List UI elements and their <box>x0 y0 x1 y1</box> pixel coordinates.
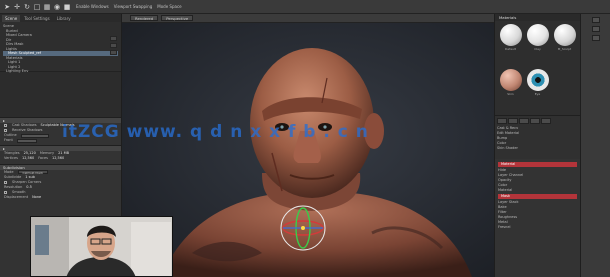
left-tabs: Scene Tool Settings Library <box>0 14 121 22</box>
material-sphere[interactable] <box>553 24 576 46</box>
active-material-row[interactable]: Material <box>498 162 577 167</box>
property-row[interactable]: Material <box>498 188 577 193</box>
property-row-highlighted[interactable]: Mask <box>498 194 577 199</box>
lock-icon[interactable] <box>110 43 117 48</box>
sculpted-character-render[interactable] <box>122 23 494 277</box>
panel-toggle-icon[interactable] <box>591 35 600 41</box>
material-sphere[interactable] <box>526 24 549 46</box>
materials-title: Materials <box>495 14 580 21</box>
tab-tool-settings[interactable]: Tool Settings <box>21 15 52 22</box>
3d-viewport[interactable]: Rendered Perspective <box>122 14 494 277</box>
outline-field[interactable] <box>20 133 49 138</box>
snap-icon[interactable]: ◉ <box>53 3 61 11</box>
panel-toggle-icon[interactable] <box>591 17 600 23</box>
eye-icon[interactable] <box>110 36 117 41</box>
material-swatch[interactable]: Clay <box>525 24 550 67</box>
grid-icon[interactable]: ▦ <box>43 3 51 11</box>
material-swatch-empty[interactable] <box>552 69 577 112</box>
checkbox-icon[interactable] <box>4 191 7 194</box>
panel-side-icons <box>110 36 120 57</box>
mode-dropdown[interactable]: Catmull-Clark <box>17 170 48 175</box>
camera-icon[interactable]: ■ <box>63 3 71 11</box>
far-right-toolbar <box>580 14 610 277</box>
viewport-header: Rendered Perspective <box>122 14 494 23</box>
main-toolbar: ➤ ✛ ↻ □ ▦ ◉ ■ Enable Windows Viewport Sw… <box>0 0 610 14</box>
tree-empty-area <box>0 72 121 117</box>
material-swatch[interactable]: Eye <box>525 69 550 112</box>
front-field[interactable] <box>16 138 37 143</box>
checkbox-icon[interactable] <box>4 129 7 132</box>
checkbox-icon[interactable] <box>4 124 7 127</box>
toolbar-menu-viewport-swapping[interactable]: Viewport Swapping <box>114 4 153 9</box>
materials-panel: Materials Default Clay M_Sculpt Skin Eye <box>494 14 580 277</box>
render-icon[interactable] <box>110 50 117 55</box>
tab-library[interactable]: Library <box>54 15 74 22</box>
presenter-photo <box>31 217 172 276</box>
rotate-icon[interactable]: ↻ <box>23 3 31 11</box>
select-arrow-icon[interactable]: ➤ <box>3 3 11 11</box>
property-row[interactable]: Fresnel <box>498 225 577 230</box>
material-sphere[interactable] <box>499 69 522 91</box>
presenter-webcam <box>30 216 173 277</box>
camera-dropdown[interactable]: Perspective <box>161 15 194 21</box>
checkbox-icon[interactable] <box>4 181 7 184</box>
material-properties: Material Hide Layer Channel Opacity Colo… <box>495 159 580 232</box>
toolbar-menu-mode-space[interactable]: Mode Space <box>157 4 181 9</box>
material-swatch[interactable]: M_Sculpt <box>552 24 577 67</box>
stat-vertices: Vertices 12,560 Faces 12,560 <box>4 156 65 160</box>
material-sphere[interactable] <box>526 69 549 91</box>
shading-dropdown[interactable]: Rendered <box>130 15 159 21</box>
material-swatch[interactable]: Default <box>498 24 523 67</box>
tab-scene[interactable]: Scene <box>2 14 21 22</box>
material-grid: Default Clay M_Sculpt Skin Eye <box>495 21 580 115</box>
panel-toggle-icon[interactable] <box>591 26 600 32</box>
tool-row[interactable]: Skin Shader <box>497 146 578 151</box>
move-icon[interactable]: ✛ <box>13 3 21 11</box>
prop-displacement[interactable]: Displacement None <box>0 195 121 200</box>
toolbar-menu-enable-windows[interactable]: Enable Windows <box>76 4 109 9</box>
material-swatch[interactable]: Skin <box>498 69 523 112</box>
scene-tree: Scene Buried Mixed Camera Dir Dirs Mask … <box>0 22 121 73</box>
material-sphere[interactable] <box>499 24 522 46</box>
watermark-text: itZCG www. q d n x x f b . c n <box>62 122 369 142</box>
scale-icon[interactable]: □ <box>33 3 41 11</box>
